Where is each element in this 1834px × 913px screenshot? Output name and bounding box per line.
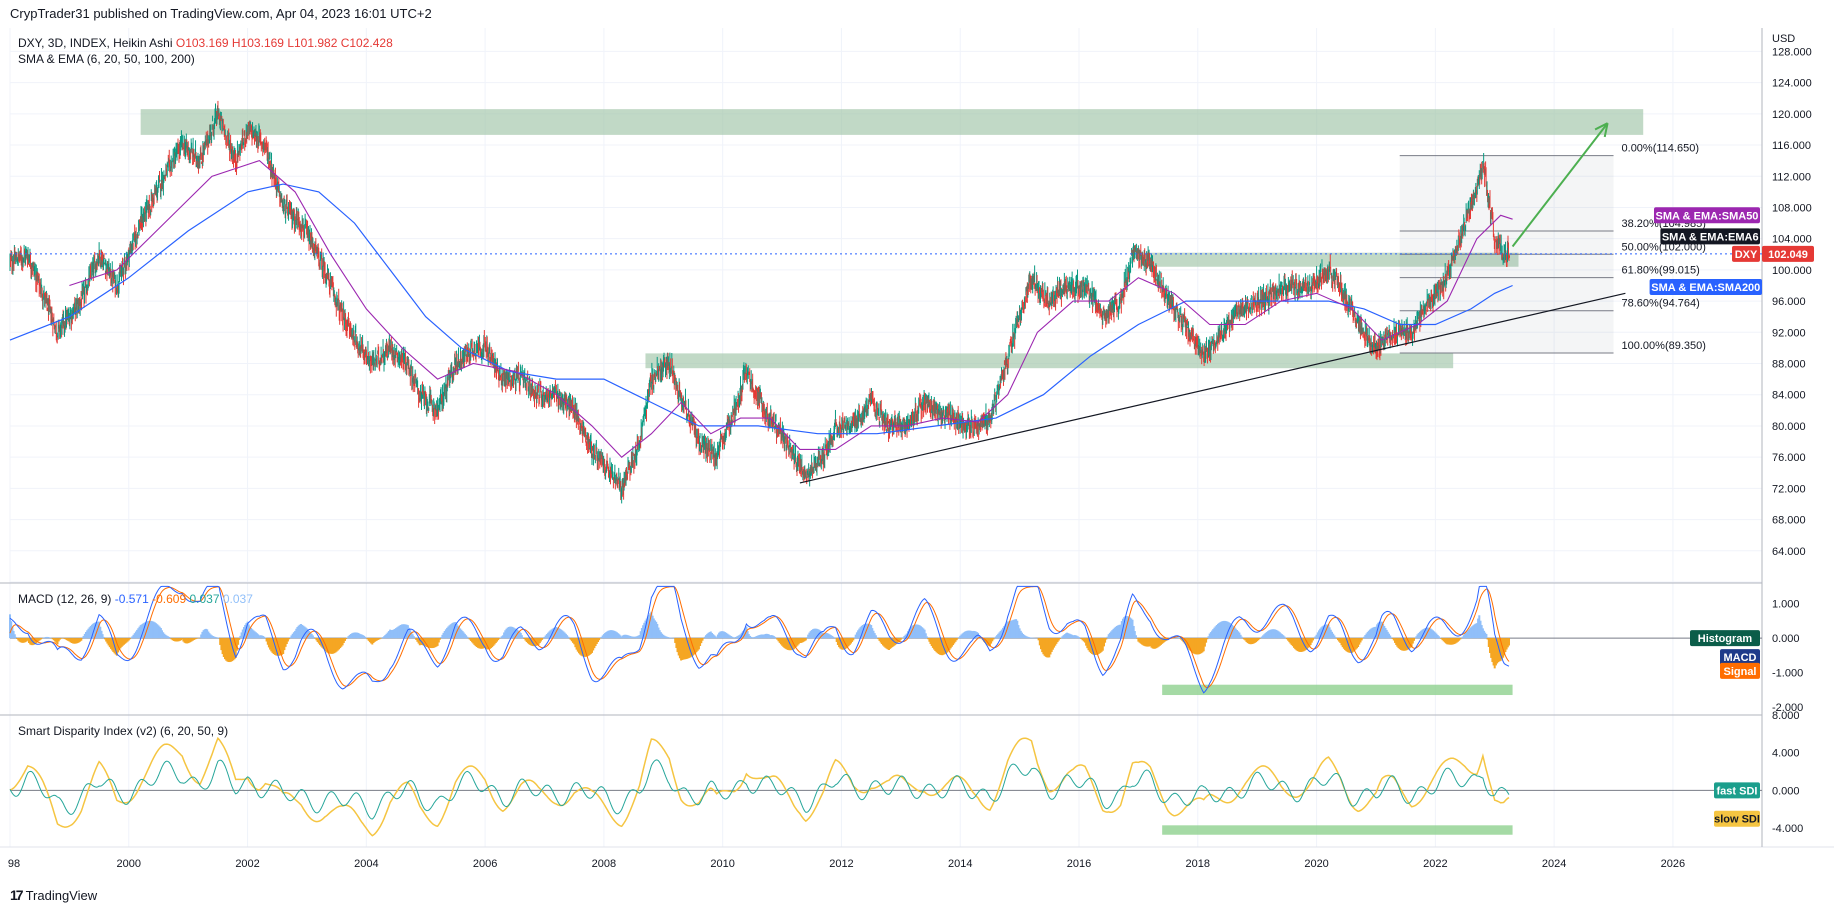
price-tick-label: 128.000	[1772, 46, 1812, 58]
price-tick-label: 68.000	[1772, 515, 1806, 527]
price-tick-label: 116.000	[1772, 140, 1811, 152]
fibonacci-retracement: 0.00%(114.650)38.20%(104.985)50.00%(102.…	[1399, 143, 1706, 354]
chart-area[interactable]: 0.00%(114.650)38.20%(104.985)50.00%(102.…	[0, 0, 1834, 913]
grid-lines	[0, 28, 1834, 848]
sdi-tick-label: 8.000	[1772, 710, 1800, 722]
macd-tick-label: 0.000	[1772, 633, 1800, 645]
price-tick-label: 80.000	[1772, 421, 1806, 433]
brand-name: TradingView	[25, 887, 98, 903]
sdi-green-band	[1162, 825, 1513, 835]
time-tick-label: 2016	[1067, 858, 1091, 870]
fib-level-label: 100.00%(89.350)	[1622, 340, 1706, 352]
macd-legend[interactable]: MACD (12, 26, 9) -0.571 -0.609 0.037 0.0…	[18, 592, 253, 606]
price-tick-label: 104.000	[1772, 234, 1812, 246]
sdi-tick-label: -4.000	[1772, 823, 1803, 835]
price-tick-label: 64.000	[1772, 546, 1806, 558]
time-tick-label: 2020	[1304, 858, 1328, 870]
time-tick-label: 2022	[1423, 858, 1447, 870]
sdi-legend[interactable]: Smart Disparity Index (v2) (6, 20, 50, 9…	[18, 724, 228, 738]
publisher-line: CrypTrader31 published on TradingView.co…	[10, 6, 432, 21]
price-tick-label: 92.000	[1772, 327, 1806, 339]
indicator-tag: SMA & EMA:SMA200	[1651, 282, 1760, 294]
sdi-pane	[9, 736, 1762, 837]
indicator-legend[interactable]: SMA & EMA (6, 20, 50, 100, 200)	[18, 52, 195, 66]
macd-pane	[9, 585, 1762, 696]
price-tick-label: 100.000	[1772, 265, 1812, 277]
time-tick-label: 2018	[1186, 858, 1210, 870]
ohlc-open: O103.169	[175, 36, 229, 50]
macd-label: MACD (12, 26, 9)	[18, 592, 112, 606]
price-tag-value: 102.049	[1768, 249, 1808, 261]
macd-value: -0.571	[114, 592, 149, 606]
time-tick-label: 2012	[829, 858, 853, 870]
macd-tick-label: -1.000	[1772, 668, 1803, 680]
price-tag-symbol: DXY	[1735, 249, 1758, 261]
time-tick-label: 2026	[1661, 858, 1685, 870]
fib-level-label: 78.60%(94.764)	[1622, 298, 1700, 310]
candlesticks	[9, 100, 1510, 504]
ohlc-low: L101.982	[287, 36, 338, 50]
tradingview-logo-icon: 17	[10, 887, 24, 903]
macd-tag: MACD	[1724, 652, 1757, 664]
histogram-tag: Histogram	[1698, 633, 1753, 645]
tradingview-brand[interactable]: 17 TradingView	[10, 887, 97, 903]
time-tick-label: 2000	[117, 858, 141, 870]
price-tick-label: 108.000	[1772, 202, 1812, 214]
signal-tag: Signal	[1723, 666, 1756, 678]
price-tick-label: 112.000	[1772, 171, 1811, 183]
price-tick-label: 120.000	[1772, 109, 1812, 121]
price-tick-label: 72.000	[1772, 483, 1806, 495]
indicator-tag: SMA & EMA:EMA6	[1662, 231, 1759, 243]
ohlc-close: C102.428	[340, 36, 393, 50]
fast-sdi-tag: fast SDI	[1717, 785, 1758, 797]
moving-averages	[9, 159, 1513, 458]
time-tick-label: 98	[8, 858, 20, 870]
time-tick-label: 2024	[1542, 858, 1566, 870]
sdi-tick-label: 4.000	[1772, 748, 1800, 760]
price-tick-label: 76.000	[1772, 452, 1806, 464]
zone-rect	[140, 109, 1644, 135]
trendline	[799, 292, 1626, 484]
signal-value: -0.609	[152, 592, 187, 606]
price-tick-label: 124.000	[1772, 78, 1812, 90]
price-tick-label: 96.000	[1772, 296, 1806, 308]
time-tick-label: 2008	[592, 858, 616, 870]
macd-green-band	[1162, 684, 1513, 696]
symbol-info: DXY, 3D, INDEX, Heikin Ashi	[18, 36, 173, 50]
slow-sdi-line	[9, 736, 1510, 837]
sdi-tick-label: 0.000	[1772, 785, 1800, 797]
time-tick-label: 2002	[235, 858, 259, 870]
slow-sdi-tag: slow SDI	[1714, 814, 1760, 826]
histogram-value: 0.037	[189, 592, 220, 606]
main-legend: DXY, 3D, INDEX, Heikin Ashi O103.169 H10…	[18, 36, 393, 50]
fib-level-label: 0.00%(114.650)	[1622, 143, 1699, 155]
price-tick-label: 84.000	[1772, 390, 1806, 402]
indicator-tag: SMA & EMA:SMA50	[1656, 210, 1759, 222]
macd-tick-label: 1.000	[1772, 599, 1800, 611]
ohlc-high: H103.169	[231, 36, 284, 50]
time-tick-label: 2014	[948, 858, 972, 870]
time-tick-label: 2004	[354, 858, 378, 870]
price-tick-label: 88.000	[1772, 359, 1806, 371]
time-tick-label: 2010	[710, 858, 734, 870]
fib-level-label: 61.80%(99.015)	[1622, 265, 1700, 277]
time-tick-label: 2006	[473, 858, 497, 870]
histogram-value-2: 0.037	[222, 592, 253, 606]
y-axis-unit: USD	[1772, 33, 1795, 45]
